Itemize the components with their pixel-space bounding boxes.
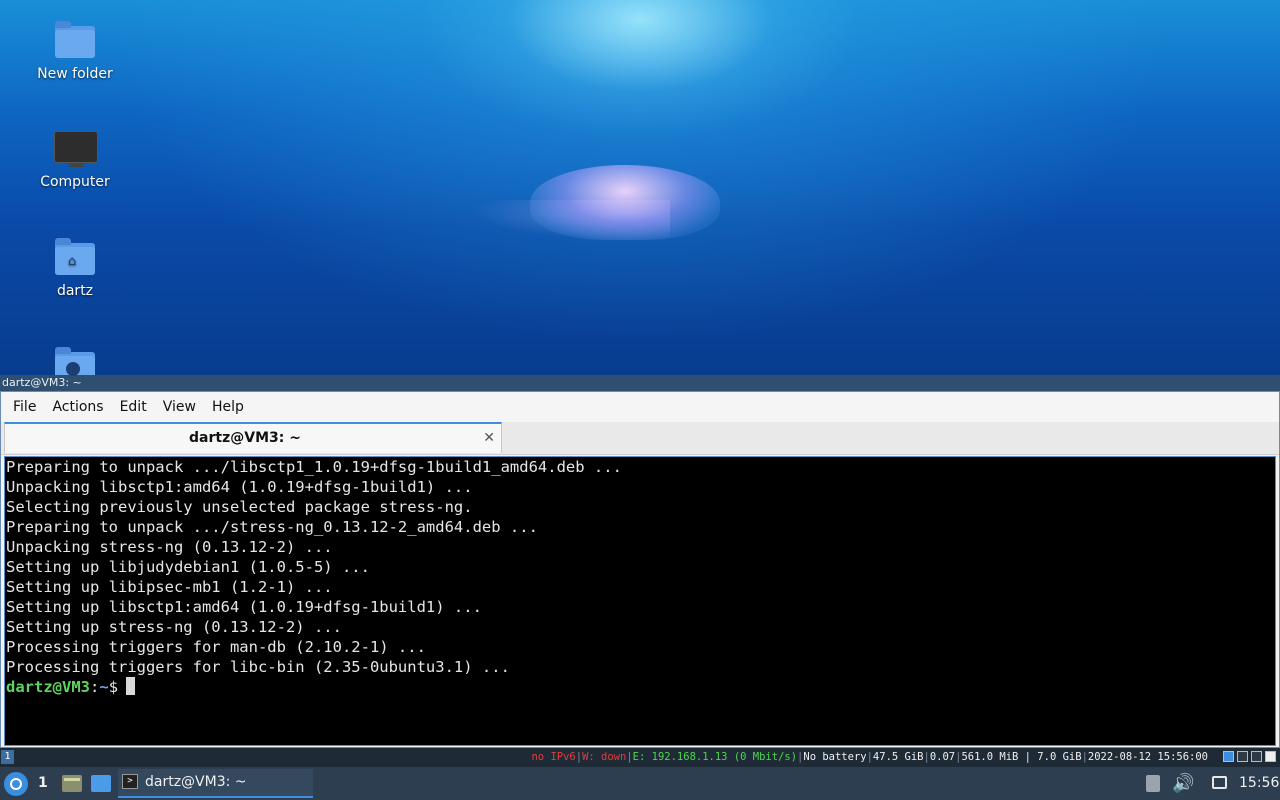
status-items: no IPv6|W: down|E: 192.168.1.13 (0 Mbit/… — [531, 748, 1208, 767]
clock[interactable]: 15:56 — [1239, 767, 1279, 800]
tab-bar: dartz@VM3: ~ ✕ — [1, 422, 1279, 455]
text-cursor — [126, 677, 136, 695]
terminal-window: File Actions Edit View Help dartz@VM3: ~… — [0, 391, 1280, 748]
desktop-icon-new-folder[interactable]: New folder — [20, 20, 130, 82]
status-tray — [1223, 751, 1276, 762]
terminal-line: Preparing to unpack .../libsctp1_1.0.19+… — [6, 458, 622, 476]
terminal-line: Setting up libjudydebian1 (1.0.5-5) ... — [6, 558, 370, 576]
terminal-line: Setting up stress-ng (0.13.12-2) ... — [6, 618, 342, 636]
monitor-icon[interactable] — [1237, 751, 1248, 762]
desktop-icon-label: dartz — [56, 283, 94, 299]
note-icon[interactable] — [1265, 751, 1276, 762]
terminal-line: Unpacking stress-ng (0.13.12-2) ... — [6, 538, 333, 556]
taskbar-task-label: dartz@VM3: ~ — [145, 774, 247, 790]
terminal-line: Selecting previously unselected package … — [6, 498, 473, 516]
window-titlebar[interactable]: dartz@VM3: ~ — [0, 375, 1280, 391]
folder-icon — [53, 20, 97, 60]
tab-label: dartz@VM3: ~ — [189, 430, 301, 446]
status-wifi: W: down — [582, 751, 627, 763]
taskbar-task-terminal[interactable]: > dartz@VM3: ~ — [118, 769, 313, 798]
desktop-wallpaper — [0, 0, 1280, 375]
menu-file[interactable]: File — [5, 392, 44, 422]
menu-edit[interactable]: Edit — [112, 392, 155, 422]
terminal-icon: > — [122, 774, 138, 789]
menubar: File Actions Edit View Help — [1, 392, 1279, 422]
desktop-icon-computer[interactable]: Computer — [20, 128, 130, 190]
status-disk: 47.5 GiB — [872, 751, 924, 763]
close-icon[interactable]: ✕ — [483, 424, 495, 453]
prompt-symbol: $ — [108, 678, 119, 696]
wallpaper-jellyfish — [530, 165, 720, 240]
terminal-line: Processing triggers for libc-bin (2.35-0… — [6, 658, 510, 676]
network-icon[interactable] — [1212, 776, 1227, 789]
file-manager-icon[interactable] — [62, 775, 82, 792]
status-ipv6: no IPv6 — [531, 751, 576, 763]
terminal-prompt-line[interactable]: dartz@VM3:~$ — [6, 677, 1275, 697]
terminal-output[interactable]: Preparing to unpack .../libsctp1_1.0.19+… — [4, 456, 1276, 746]
terminal-line: Preparing to unpack .../stress-ng_0.13.1… — [6, 518, 538, 536]
terminal-line: Setting up libsctp1:amd64 (1.0.19+dfsg-1… — [6, 598, 482, 616]
prompt-user-host: dartz@VM3 — [6, 678, 90, 696]
terminal-line: Unpacking libsctp1:amd64 (1.0.19+dfsg-1b… — [6, 478, 473, 496]
status-memory: 561.0 MiB | 7.0 GiB — [961, 751, 1082, 763]
status-datetime: 2022-08-12 15:56:00 — [1087, 751, 1208, 763]
window-title: dartz@VM3: ~ — [2, 376, 82, 389]
status-bar: 1 no IPv6|W: down|E: 192.168.1.13 (0 Mbi… — [0, 748, 1280, 767]
desktop-icon-home[interactable]: ⌂ dartz — [20, 237, 130, 299]
status-battery: No battery — [803, 751, 867, 763]
computer-icon — [53, 128, 98, 168]
menu-view[interactable]: View — [155, 392, 204, 422]
desktop-switcher[interactable]: 1 — [38, 767, 48, 800]
desktop-icon-label: New folder — [37, 66, 113, 82]
clipboard-icon[interactable] — [1146, 775, 1160, 792]
window-icon[interactable] — [1251, 751, 1262, 762]
home-folder-icon: ⌂ — [53, 237, 97, 277]
terminal-line: Processing triggers for man-db (2.10.2-1… — [6, 638, 426, 656]
tab-terminal[interactable]: dartz@VM3: ~ ✕ — [4, 422, 502, 453]
status-ethernet: E: 192.168.1.13 (0 Mbit/s) — [632, 751, 798, 763]
status-load: 0.07 — [929, 751, 956, 763]
taskbar: 1 > dartz@VM3: ~ 🔊 15:56 — [0, 767, 1280, 800]
workspace-indicator[interactable]: 1 — [1, 750, 14, 764]
prompt-path: ~ — [99, 678, 109, 696]
display-icon[interactable] — [1223, 751, 1234, 762]
prompt-colon: : — [90, 678, 100, 696]
show-desktop-icon[interactable] — [91, 775, 111, 792]
desktop-icon-label: Computer — [40, 174, 110, 190]
terminal-line: Setting up libipsec-mb1 (1.2-1) ... — [6, 578, 333, 596]
start-menu-icon[interactable] — [4, 772, 28, 796]
menu-actions[interactable]: Actions — [44, 392, 111, 422]
volume-icon[interactable]: 🔊 — [1172, 767, 1194, 800]
menu-help[interactable]: Help — [204, 392, 252, 422]
